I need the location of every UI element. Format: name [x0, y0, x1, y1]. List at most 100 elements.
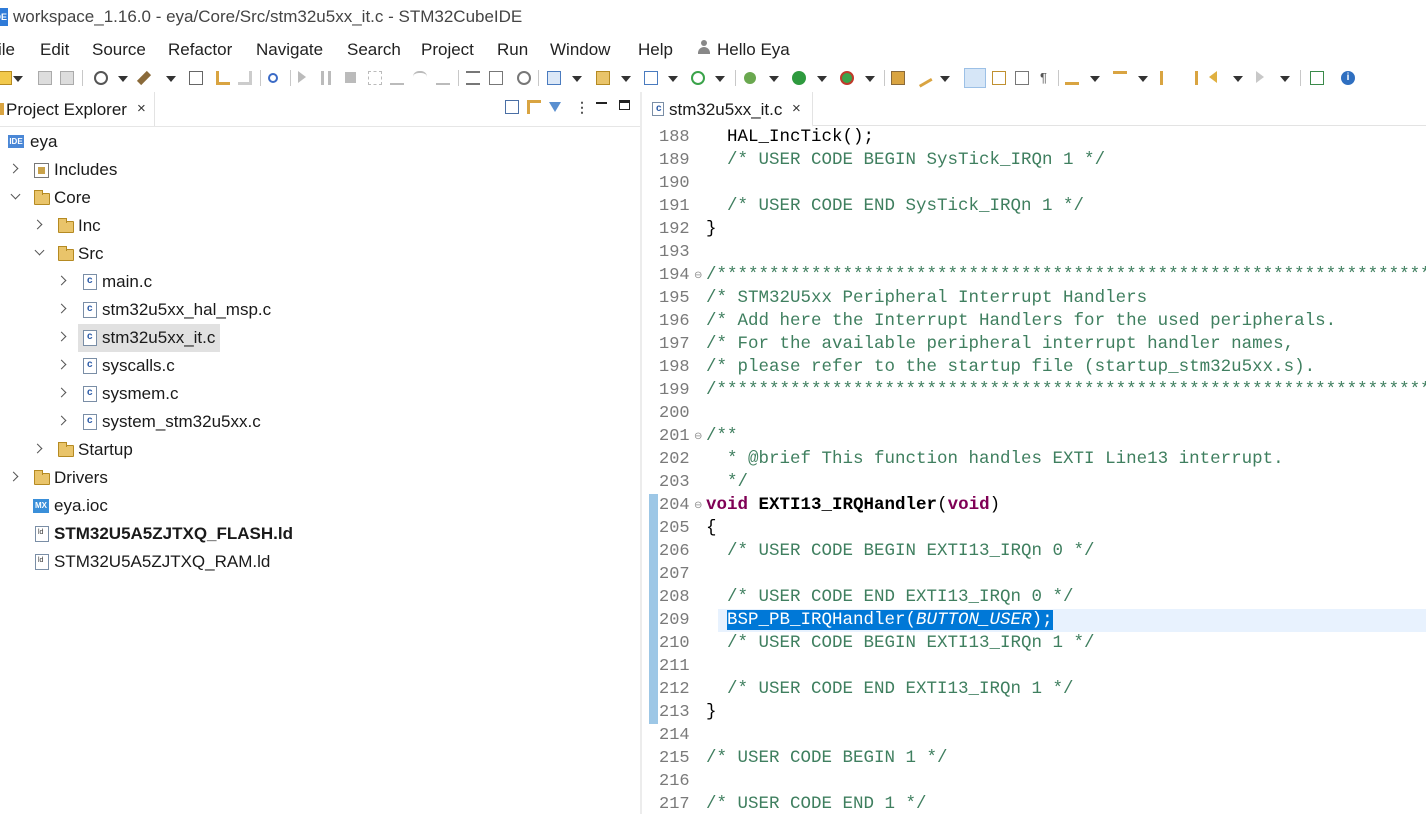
step-into-icon[interactable] [390, 71, 404, 85]
settings-dropdown-icon[interactable] [118, 76, 128, 82]
code-line[interactable]: 209 BSP_PB_IRQHandler(BUTTON_USER); [642, 609, 1426, 632]
refresh-dropdown-icon[interactable] [715, 76, 725, 82]
project-explorer-close-icon[interactable]: × [137, 100, 146, 117]
code-line[interactable]: 216 [642, 770, 1426, 793]
code-line[interactable]: 197 /* For the available peripheral inter… [642, 333, 1426, 356]
maximize-icon[interactable] [619, 100, 630, 110]
code-line[interactable]: 195 /* STM32U5xx Peripheral Interrupt Han… [642, 287, 1426, 310]
run-dropdown-icon[interactable] [817, 76, 827, 82]
new-c-project-dropdown-icon[interactable] [572, 76, 582, 82]
fold-toggle-icon[interactable]: ⊖ [694, 271, 702, 281]
code-line[interactable]: 206 /* USER CODE BEGIN EXTI13_IRQn 0 */ [642, 540, 1426, 563]
menu-refactor[interactable]: Refactor [168, 40, 232, 60]
run-icon[interactable] [792, 71, 806, 85]
code-line[interactable]: 203 */ [642, 471, 1426, 494]
menu-help[interactable]: Help [638, 40, 673, 60]
code-line[interactable]: 190 [642, 172, 1426, 195]
last-edit-location-icon[interactable] [1160, 71, 1174, 85]
code-line[interactable]: 192} [642, 218, 1426, 241]
code-line[interactable]: 213} [642, 701, 1426, 724]
menu-source[interactable]: Source [92, 40, 146, 60]
tree-item-eya[interactable]: IDE eya [0, 128, 640, 156]
code-line[interactable]: 208 /* USER CODE END EXTI13_IRQn 0 */ [642, 586, 1426, 609]
new-c-project-icon[interactable] [547, 71, 561, 85]
save-all-icon[interactable] [60, 71, 74, 85]
editor-tab-stm32u5xx-it-c[interactable]: stm32u5xx_it.c × [642, 92, 813, 127]
code-line[interactable]: 194 ⊖ /***********************************… [642, 264, 1426, 287]
show-whitespace-icon[interactable]: ¶ [1040, 71, 1054, 85]
go-to-next-icon[interactable] [1184, 71, 1198, 85]
debug-bug-icon[interactable] [744, 72, 756, 84]
chevron-right-icon[interactable] [32, 443, 43, 454]
tree-item-eya-ioc[interactable]: MX eya.ioc [0, 492, 640, 520]
tree-item-system-stm32u5xx-c[interactable]: system_stm32u5xx.c [0, 408, 640, 436]
resume-icon[interactable] [298, 71, 306, 83]
tree-item-inc[interactable]: Inc [0, 212, 640, 240]
block-selection-icon[interactable] [1015, 71, 1029, 85]
new-source-folder-icon[interactable] [596, 71, 610, 85]
code-line[interactable]: 191 /* USER CODE END SysTick_IRQn 1 */ [642, 195, 1426, 218]
back-dropdown-icon[interactable] [1233, 76, 1243, 82]
tree-item-includes[interactable]: Includes [0, 156, 640, 184]
editor-tab-close-icon[interactable]: × [792, 100, 801, 117]
save-icon[interactable] [38, 71, 52, 85]
code-line[interactable]: 215 /* USER CODE BEGIN 1 */ [642, 747, 1426, 770]
new-class-icon[interactable] [644, 71, 658, 85]
tree-item-hal-msp[interactable]: stm32u5xx_hal_msp.c [0, 296, 640, 324]
filter-icon[interactable] [549, 102, 561, 112]
fold-toggle-icon[interactable]: ⊖ [694, 432, 702, 442]
chevron-right-icon[interactable] [8, 471, 19, 482]
open-task-icon[interactable] [913, 68, 933, 88]
next-annotation-icon[interactable] [1065, 71, 1079, 85]
forward-dropdown-icon[interactable] [1280, 76, 1290, 82]
code-line[interactable]: 202 * @brief This function handles EXTI … [642, 448, 1426, 471]
tree-item-startup[interactable]: Startup [0, 436, 640, 464]
code-line[interactable]: 189 /* USER CODE BEGIN SysTick_IRQn 1 */ [642, 149, 1426, 172]
code-line[interactable]: 204 ⊖ void EXTI13_IRQHandler(void) [642, 494, 1426, 517]
redo-icon[interactable] [238, 71, 252, 85]
tree-item-drivers[interactable]: Drivers [0, 464, 640, 492]
open-task-dropdown-icon[interactable] [940, 76, 950, 82]
tree-item-core[interactable]: Core [0, 184, 640, 212]
step-return-icon[interactable] [436, 71, 450, 85]
code-line[interactable]: 210 /* USER CODE BEGIN EXTI13_IRQn 1 */ [642, 632, 1426, 655]
new-source-folder-dropdown-icon[interactable] [621, 76, 631, 82]
menu-project[interactable]: Project [421, 40, 474, 60]
chevron-right-icon[interactable] [8, 163, 19, 174]
new-dropdown-icon[interactable] [13, 76, 23, 82]
chevron-down-icon[interactable] [10, 189, 21, 200]
minimize-icon[interactable] [596, 102, 607, 104]
previous-annotation-icon[interactable] [1113, 71, 1127, 85]
collapse-all-icon[interactable] [505, 100, 519, 114]
instruction-stepping-icon[interactable] [466, 71, 480, 85]
suspend-icon[interactable] [321, 71, 331, 85]
link-with-editor-icon[interactable] [527, 100, 541, 114]
code-line[interactable]: 205 { [642, 517, 1426, 540]
next-annotation-dropdown-icon[interactable] [1090, 76, 1100, 82]
code-line[interactable]: 196 /* Add here the Interrupt Handlers fo… [642, 310, 1426, 333]
build-dropdown-icon[interactable] [166, 76, 176, 82]
tree-item-ram-ld[interactable]: STM32U5A5ZJTXQ_RAM.ld [0, 548, 640, 576]
debug-dropdown-icon[interactable] [769, 76, 779, 82]
menu-navigate[interactable]: Navigate [256, 40, 323, 60]
tree-item-main-c[interactable]: main.c [0, 268, 640, 296]
menu-run[interactable]: Run [497, 40, 528, 60]
code-line[interactable]: 217 /* USER CODE END 1 */ [642, 793, 1426, 814]
code-line[interactable]: 200 [642, 402, 1426, 425]
menu-search[interactable]: Search [347, 40, 401, 60]
code-line[interactable]: 198 /* please refer to the startup file (… [642, 356, 1426, 379]
code-line[interactable]: 199 /************************************… [642, 379, 1426, 402]
chevron-right-icon[interactable] [56, 415, 67, 426]
previous-annotation-dropdown-icon[interactable] [1138, 76, 1148, 82]
fold-toggle-icon[interactable]: ⊖ [694, 501, 702, 511]
code-line[interactable]: 211 [642, 655, 1426, 678]
chevron-down-icon[interactable] [34, 245, 45, 256]
external-tools-dropdown-icon[interactable] [865, 76, 875, 82]
toggle-highlight-icon[interactable] [992, 71, 1006, 85]
view-menu-icon[interactable]: ⋮ [575, 100, 589, 114]
tree-item-src[interactable]: Src [0, 240, 640, 268]
chevron-right-icon[interactable] [32, 219, 43, 230]
tree-item-sysmem-c[interactable]: sysmem.c [0, 380, 640, 408]
open-type-icon[interactable] [891, 71, 905, 85]
tree-item-it-c[interactable]: stm32u5xx_it.c [0, 324, 640, 352]
